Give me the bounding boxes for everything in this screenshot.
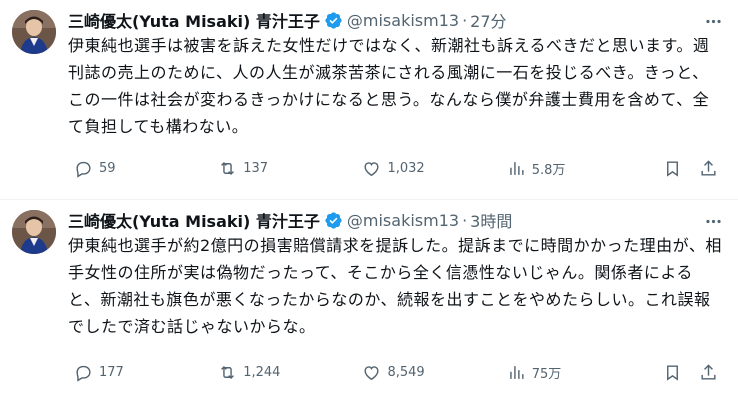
- like-button[interactable]: 8,549: [362, 356, 506, 388]
- repost-count: 137: [243, 160, 269, 176]
- share-icon: [701, 159, 716, 176]
- verified-badge-icon: [325, 211, 342, 229]
- analytics-icon: [509, 365, 524, 379]
- views-count: 5.8万: [531, 162, 566, 178]
- like-count: 8,549: [387, 364, 425, 380]
- avatar-image: [12, 10, 56, 54]
- avatar[interactable]: [12, 10, 56, 54]
- reply-count: 59: [99, 160, 116, 176]
- tweet-header: 三崎優太(Yuta Misaki) 青汁王子 @misakism13 · 27分: [68, 8, 728, 32]
- reply-icon: [76, 365, 91, 382]
- repost-count: 1,244: [243, 364, 281, 380]
- bookmark-icon: [667, 160, 679, 177]
- bookmark-button[interactable]: [655, 356, 691, 388]
- repost-button[interactable]: 1,244: [218, 356, 362, 388]
- bookmark-icon: [667, 364, 679, 381]
- repost-icon: [221, 365, 235, 379]
- reply-count: 177: [99, 364, 124, 380]
- display-name[interactable]: 三崎優太(Yuta Misaki) 青汁王子: [68, 8, 320, 32]
- share-icon: [701, 363, 716, 380]
- timestamp[interactable]: 3時間: [470, 208, 512, 232]
- tweet[interactable]: 三崎優太(Yuta Misaki) 青汁王子 @misakism13 · 27分…: [0, 0, 738, 200]
- share-button[interactable]: [690, 152, 726, 184]
- tweet-text: 伊東純也選手は被害を訴えた女性だけではなく、新潮社も訴えるべきだと思います。週刊…: [68, 36, 710, 136]
- display-name[interactable]: 三崎優太(Yuta Misaki) 青汁王子: [68, 208, 320, 232]
- views-count: 75万: [531, 366, 562, 382]
- views-button[interactable]: 75万: [507, 356, 655, 388]
- separator: ·: [462, 10, 468, 30]
- reply-button[interactable]: 177: [62, 356, 218, 388]
- repost-icon: [221, 161, 235, 175]
- handle[interactable]: @misakism13: [347, 11, 459, 30]
- reply-icon: [76, 161, 91, 178]
- action-bar: 59 137 1,032 5.8万: [62, 152, 726, 184]
- tweet-text: 伊東純也選手が約2億円の損害賠償請求を提訴した。提訴までに時間かかった理由が、相…: [68, 236, 722, 336]
- like-button[interactable]: 1,032: [362, 152, 506, 184]
- heart-icon: [364, 161, 380, 176]
- like-count: 1,032: [387, 160, 425, 176]
- repost-button[interactable]: 137: [218, 152, 362, 184]
- tweet-header: 三崎優太(Yuta Misaki) 青汁王子 @misakism13 · 3時間: [68, 208, 728, 232]
- views-button[interactable]: 5.8万: [507, 152, 655, 184]
- verified-badge-icon: [325, 11, 342, 29]
- more-options-icon[interactable]: [700, 208, 726, 234]
- reply-button[interactable]: 59: [62, 152, 218, 184]
- analytics-icon: [509, 161, 524, 175]
- avatar-image: [12, 210, 56, 254]
- share-button[interactable]: [690, 356, 726, 388]
- tweet[interactable]: 三崎優太(Yuta Misaki) 青汁王子 @misakism13 · 3時間…: [0, 200, 738, 402]
- action-bar: 177 1,244 8,549 75万: [62, 356, 726, 388]
- timeline: 三崎優太(Yuta Misaki) 青汁王子 @misakism13 · 27分…: [0, 0, 738, 402]
- heart-icon: [364, 365, 380, 380]
- bookmark-button[interactable]: [655, 152, 691, 184]
- timestamp[interactable]: 27分: [470, 8, 506, 32]
- more-options-icon[interactable]: [700, 8, 726, 34]
- separator: ·: [462, 210, 468, 230]
- handle[interactable]: @misakism13: [347, 211, 459, 230]
- avatar[interactable]: [12, 210, 56, 254]
